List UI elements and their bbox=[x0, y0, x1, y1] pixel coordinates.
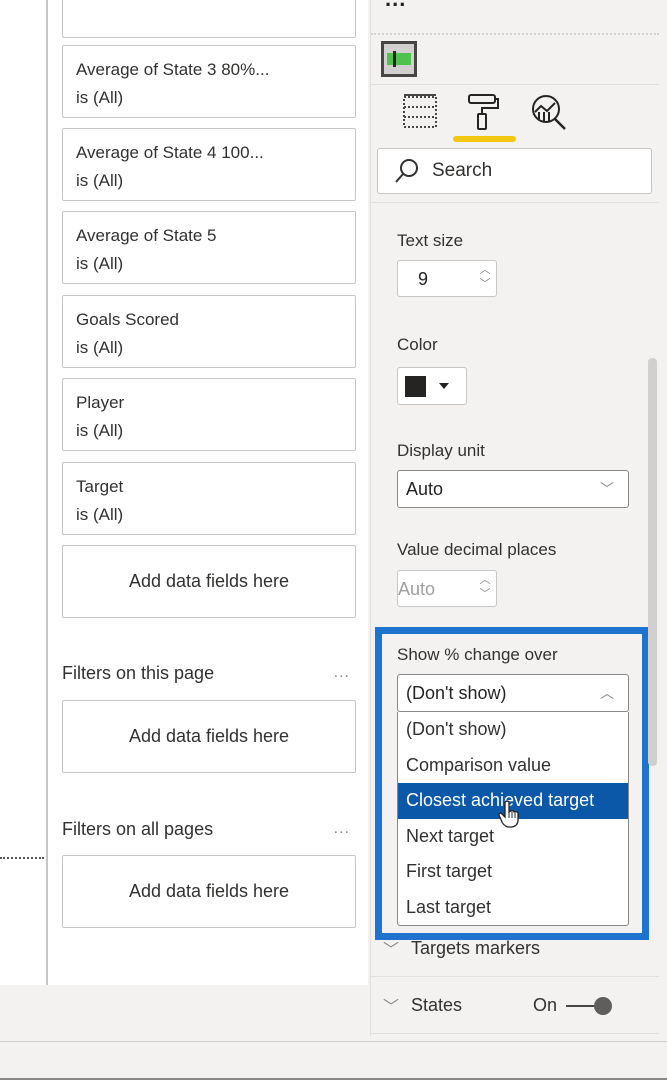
filter-card[interactable]: Average of State 3 80%... is (All) bbox=[62, 45, 356, 118]
canvas-dotted-line bbox=[0, 857, 44, 859]
add-report-filter-dropzone[interactable]: Add data fields here bbox=[62, 855, 356, 928]
filter-value: is (All) bbox=[76, 505, 124, 524]
chevron-up-icon[interactable]: ︿ bbox=[478, 573, 492, 587]
search-icon bbox=[395, 159, 418, 183]
format-pane-scrollbar[interactable] bbox=[648, 358, 657, 766]
filter-value: is (All) bbox=[76, 254, 124, 273]
paint-roller-icon[interactable] bbox=[465, 92, 505, 132]
report-canvas-edge bbox=[0, 0, 46, 985]
option-last-target[interactable]: Last target bbox=[398, 890, 628, 926]
option-comparison-value[interactable]: Comparison value bbox=[398, 748, 628, 784]
active-tab-indicator bbox=[453, 136, 516, 142]
filter-name: Target bbox=[76, 477, 124, 496]
chevron-up-icon: ︿ bbox=[600, 685, 614, 701]
add-visual-filter-dropzone[interactable]: Add data fields here bbox=[62, 545, 356, 618]
text-size-stepper[interactable]: 9 ︿ ﹀ bbox=[397, 260, 497, 297]
text-size-label: Text size bbox=[397, 231, 464, 250]
filter-name: Average of State 3 80%... bbox=[76, 60, 270, 79]
filter-card[interactable]: is (All) bbox=[62, 0, 356, 38]
filter-value: is (All) bbox=[76, 88, 124, 107]
fields-icon[interactable] bbox=[401, 92, 441, 132]
chevron-up-icon[interactable]: ︿ bbox=[478, 263, 492, 277]
chevron-down-icon[interactable]: ﹀ bbox=[478, 587, 492, 601]
section-label: States bbox=[411, 995, 463, 1015]
color-label: Color bbox=[397, 335, 438, 354]
filter-card[interactable]: Player is (All) bbox=[62, 378, 356, 451]
display-unit-dropdown[interactable]: Auto ﹀ bbox=[397, 470, 629, 508]
status-bar bbox=[0, 1042, 667, 1080]
analytics-magnifier-icon[interactable] bbox=[529, 92, 569, 132]
divider bbox=[371, 84, 659, 85]
filter-value: is (All) bbox=[76, 421, 124, 440]
text-size-value: 9 bbox=[418, 269, 429, 289]
filter-card[interactable]: Target is (All) bbox=[62, 462, 356, 535]
search-placeholder: Search bbox=[432, 160, 493, 181]
caret-down-icon bbox=[439, 383, 449, 389]
toggle-state-label: On bbox=[533, 995, 558, 1015]
page-filters-more-button[interactable]: ... bbox=[334, 664, 350, 682]
more-visuals-button[interactable]: ... bbox=[385, 0, 406, 12]
filter-card[interactable]: Average of State 4 100... is (All) bbox=[62, 128, 356, 201]
display-unit-label: Display unit bbox=[397, 441, 485, 460]
filter-name: Goals Scored bbox=[76, 310, 179, 329]
filter-value: is (All) bbox=[76, 171, 124, 190]
chevron-down-icon: ﹀ bbox=[383, 999, 400, 1016]
all-pages-filters-more-button[interactable]: ... bbox=[334, 820, 350, 838]
divider bbox=[371, 33, 659, 35]
filter-name: Player bbox=[76, 393, 125, 412]
filters-pane: is (All) Average of State 3 80%... is (A… bbox=[46, 0, 368, 985]
filter-value: is (All) bbox=[76, 338, 124, 357]
format-search-input[interactable]: Search bbox=[377, 148, 652, 194]
toggle-knob[interactable] bbox=[594, 997, 612, 1015]
percent-change-dropdown[interactable]: (Don't show) ︿ bbox=[397, 674, 629, 712]
option-dont-show[interactable]: (Don't show) bbox=[398, 712, 628, 748]
section-label: Targets markers bbox=[411, 938, 541, 958]
linear-gauge-visual-icon[interactable] bbox=[381, 41, 417, 77]
chevron-down-icon[interactable]: ﹀ bbox=[478, 277, 492, 291]
filter-name: Average of State 4 100... bbox=[76, 143, 264, 162]
visualizations-pane: ... Search Text size 9 ︿﹀ Color bbox=[370, 0, 659, 1036]
divider bbox=[371, 202, 659, 203]
decimal-places-stepper[interactable]: Auto ︿ ﹀ bbox=[397, 570, 497, 607]
gauge-fill bbox=[387, 53, 411, 65]
add-page-filter-dropzone[interactable]: Add data fields here bbox=[62, 700, 356, 773]
decimal-places-label: Value decimal places bbox=[397, 540, 557, 559]
chevron-down-icon: ﹀ bbox=[600, 481, 614, 497]
filter-card[interactable]: Goals Scored is (All) bbox=[62, 295, 356, 368]
filters-on-all-pages-label: Filters on all pages bbox=[62, 819, 214, 839]
percent-change-label: Show % change over bbox=[397, 645, 558, 664]
percent-change-value: (Don't show) bbox=[406, 683, 507, 703]
decimal-places-value: Auto bbox=[398, 579, 436, 599]
section-states[interactable]: ﹀ States On bbox=[371, 977, 659, 1034]
filters-on-this-page-label: Filters on this page bbox=[62, 663, 215, 683]
color-picker-button[interactable] bbox=[397, 367, 467, 405]
filter-value: is (All) bbox=[76, 0, 342, 4]
option-first-target[interactable]: First target bbox=[398, 854, 628, 890]
gauge-marker bbox=[393, 51, 396, 67]
filter-name: Average of State 5 bbox=[76, 226, 217, 245]
stepper-arrows[interactable]: ︿ ﹀ bbox=[478, 263, 492, 295]
color-swatch bbox=[405, 376, 426, 397]
display-unit-value: Auto bbox=[406, 479, 444, 499]
stepper-arrows[interactable]: ︿ ﹀ bbox=[478, 573, 492, 605]
filter-card[interactable]: Average of State 5 is (All) bbox=[62, 211, 356, 284]
hand-pointer-cursor-icon bbox=[498, 800, 519, 828]
